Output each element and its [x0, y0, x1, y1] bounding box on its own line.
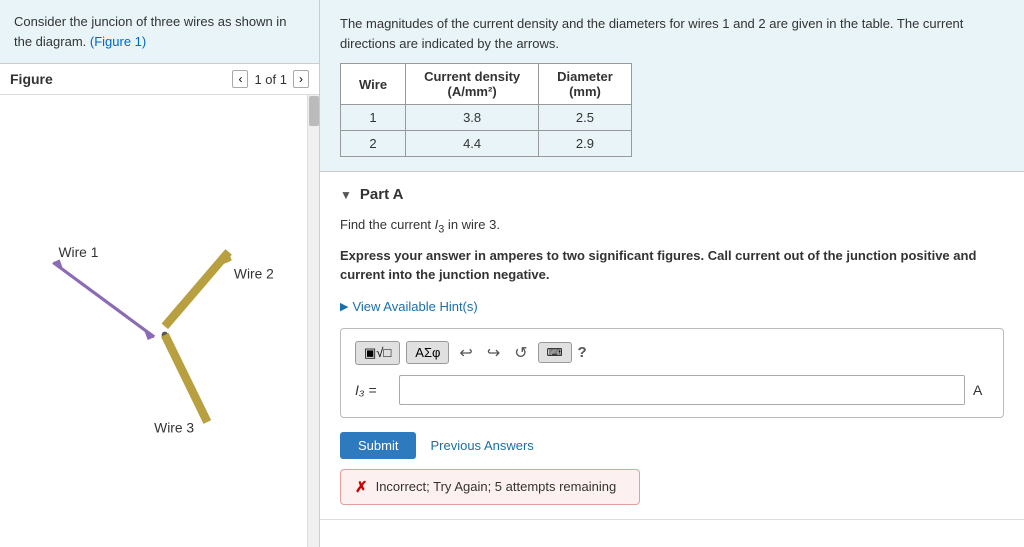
- figure-header: Figure ‹ 1 of 1 ›: [0, 64, 319, 95]
- table-row: 1 3.8 2.5: [341, 105, 632, 131]
- equation-label: I₃ =: [355, 382, 391, 398]
- problem-info-box: The magnitudes of the current density an…: [320, 0, 1024, 172]
- error-icon: ✗: [355, 478, 368, 496]
- toolbar: ▣√□ ΑΣφ ↩ ↪ ↺ ⌨ ?: [355, 341, 989, 365]
- svg-text:Wire 1: Wire 1: [58, 244, 98, 260]
- table-row: 2 4.4 2.9: [341, 131, 632, 157]
- part-header: ▼ Part A: [340, 186, 1004, 203]
- subscript-3: 3: [438, 224, 444, 236]
- previous-answers-link[interactable]: Previous Answers: [430, 438, 533, 453]
- submit-button[interactable]: Submit: [340, 432, 416, 459]
- figure-section: Figure ‹ 1 of 1 › Wire 1: [0, 64, 319, 547]
- figure-page-indicator: 1 of 1: [254, 72, 287, 87]
- help-button[interactable]: ?: [578, 344, 587, 361]
- scroll-thumb[interactable]: [309, 96, 319, 126]
- figure-canvas: Wire 1 Wire 2 Wire 3: [0, 95, 319, 547]
- figure-nav: ‹ 1 of 1 ›: [232, 70, 309, 88]
- hint-arrow-icon: ▶: [340, 300, 348, 313]
- current-density-2: 4.4: [406, 131, 539, 157]
- part-a-section: ▼ Part A Find the current I3 in wire 3. …: [320, 172, 1024, 520]
- diameter-2: 2.9: [539, 131, 632, 157]
- greek-button[interactable]: ΑΣφ: [406, 341, 449, 364]
- col-diameter: Diameter(mm): [539, 64, 632, 105]
- prev-figure-button[interactable]: ‹: [232, 70, 248, 88]
- svg-text:Wire 2: Wire 2: [234, 265, 274, 281]
- hint-text: View Available Hint(s): [352, 299, 477, 314]
- error-message: Incorrect; Try Again; 5 attempts remaini…: [376, 479, 617, 494]
- problem-text: Consider the juncion of three wires as s…: [14, 14, 286, 49]
- data-table: Wire Current density(A/mm²) Diameter(mm)…: [340, 63, 632, 157]
- left-panel: Consider the juncion of three wires as s…: [0, 0, 320, 547]
- figure-diagram: Wire 1 Wire 2 Wire 3: [0, 95, 319, 547]
- col-wire: Wire: [341, 64, 406, 105]
- answer-box: ▣√□ ΑΣφ ↩ ↪ ↺ ⌨ ? I₃ = A: [340, 328, 1004, 418]
- input-row: I₃ = A: [355, 375, 989, 405]
- wire-2: 2: [341, 131, 406, 157]
- answer-input[interactable]: [399, 375, 965, 405]
- problem-description-box: Consider the juncion of three wires as s…: [0, 0, 319, 64]
- diameter-1: 2.5: [539, 105, 632, 131]
- hint-link[interactable]: ▶ View Available Hint(s): [340, 299, 1004, 314]
- redo-button[interactable]: ↪: [483, 341, 504, 365]
- undo-button[interactable]: ↩: [455, 341, 476, 365]
- col-current-density: Current density(A/mm²): [406, 64, 539, 105]
- unit-label: A: [973, 382, 989, 398]
- next-figure-button[interactable]: ›: [293, 70, 309, 88]
- format-button[interactable]: ▣√□: [355, 341, 400, 365]
- right-panel: The magnitudes of the current density an…: [320, 0, 1024, 547]
- reset-button[interactable]: ↺: [510, 341, 531, 365]
- part-label: Part A: [360, 186, 404, 203]
- find-text: Find the current I3 in wire 3.: [340, 217, 1004, 236]
- express-text: Express your answer in amperes to two si…: [340, 246, 1004, 285]
- figure-title: Figure: [10, 71, 53, 87]
- submit-row: Submit Previous Answers: [340, 432, 1004, 459]
- part-collapse-arrow[interactable]: ▼: [340, 188, 352, 202]
- error-box: ✗ Incorrect; Try Again; 5 attempts remai…: [340, 469, 640, 505]
- figure-link[interactable]: (Figure 1): [90, 34, 146, 49]
- current-density-1: 3.8: [406, 105, 539, 131]
- svg-text:Wire 3: Wire 3: [154, 420, 194, 436]
- wire-1: 1: [341, 105, 406, 131]
- table-description: The magnitudes of the current density an…: [340, 14, 1004, 53]
- scrollbar[interactable]: [307, 95, 319, 547]
- keyboard-button[interactable]: ⌨: [538, 342, 572, 363]
